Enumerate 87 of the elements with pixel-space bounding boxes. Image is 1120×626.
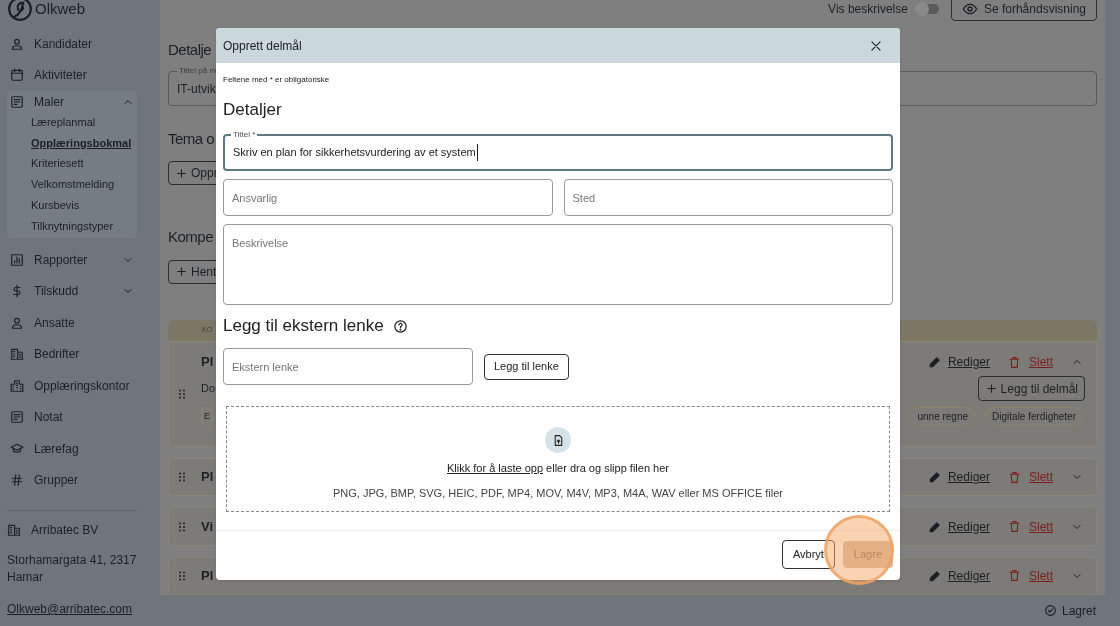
pencil-icon bbox=[927, 519, 942, 534]
sidebar-item[interactable]: Maler bbox=[7, 91, 137, 112]
plus-icon bbox=[175, 265, 188, 279]
edit-link[interactable]: Rediger bbox=[947, 353, 990, 372]
description-input-field[interactable]: Beskrivelse bbox=[223, 224, 893, 305]
delete-link[interactable]: Slett bbox=[1029, 353, 1053, 372]
sidebar-subitem[interactable]: Opplæringsbokmal bbox=[7, 132, 137, 154]
edit-link[interactable]: Rediger bbox=[947, 468, 990, 487]
delete-link[interactable]: Slett bbox=[1029, 468, 1053, 487]
trash-icon bbox=[1008, 569, 1021, 583]
place-input-field[interactable]: Sted bbox=[563, 179, 893, 216]
row-title: Pl bbox=[201, 468, 214, 487]
row-description: Do bbox=[201, 381, 216, 397]
plus-icon bbox=[984, 382, 998, 396]
section-heading: Legg til ekstern lenke bbox=[223, 315, 384, 338]
upload-instructions: Klikk for å laste opp eller dra og slipp filen her bbox=[447, 461, 669, 476]
trash-icon bbox=[1008, 520, 1021, 534]
preview-button[interactable]: Se forhåndsvisning bbox=[950, 0, 1097, 21]
field-value: IT-utvik bbox=[177, 80, 216, 98]
building-icon bbox=[10, 347, 24, 362]
app-logo-text: Olkweb bbox=[35, 0, 86, 19]
organization-name: Arribatec BV bbox=[31, 522, 99, 540]
edit-link[interactable]: Rediger bbox=[947, 566, 990, 585]
note-icon bbox=[10, 410, 24, 425]
help-icon[interactable] bbox=[392, 318, 408, 334]
add-subgoal-button[interactable]: Legg til delmål bbox=[977, 376, 1085, 402]
delete-link[interactable]: Slett bbox=[1029, 517, 1053, 536]
click-highlight bbox=[824, 515, 894, 585]
dollar-icon bbox=[10, 284, 24, 299]
check-circle-icon bbox=[1043, 604, 1057, 617]
sidebar-subitem[interactable]: Velkomstmelding bbox=[7, 174, 137, 195]
toggle-label: Vis beskrivelse bbox=[828, 1, 908, 18]
building-icon bbox=[7, 523, 21, 538]
note-icon bbox=[10, 94, 24, 109]
person-icon bbox=[10, 315, 24, 330]
section-heading: Detaljer bbox=[223, 100, 283, 120]
row-title: Vi bbox=[201, 517, 214, 536]
sidebar-item[interactable]: Grupper bbox=[0, 464, 144, 497]
add-link-button[interactable]: Legg til lenke bbox=[484, 353, 569, 380]
sidebar-item[interactable]: Notat bbox=[0, 401, 144, 434]
toggle-switch[interactable] bbox=[916, 4, 939, 14]
pencil-icon bbox=[927, 355, 942, 370]
sidebar-subitem[interactable]: Tilknytningstyper bbox=[7, 215, 137, 237]
pencil-icon bbox=[927, 470, 942, 485]
sidebar-item[interactable]: Bedrifter bbox=[0, 338, 144, 371]
field-value: Skriv en plan for sikkerhetsvurdering av et system bbox=[233, 144, 478, 161]
plus-icon bbox=[175, 166, 188, 180]
hash-icon bbox=[10, 473, 24, 488]
graduation-cap-icon bbox=[10, 441, 24, 456]
sidebar-item[interactable]: Lærefag bbox=[0, 433, 144, 465]
sidebar-item[interactable]: Ansatte bbox=[0, 307, 144, 339]
save-status: Lagret bbox=[1061, 602, 1096, 620]
close-icon bbox=[869, 38, 883, 53]
row-title: Pl bbox=[201, 567, 214, 586]
delete-link[interactable]: Slett bbox=[1029, 566, 1053, 585]
buildings-icon bbox=[10, 378, 24, 393]
calendar-icon bbox=[10, 68, 24, 83]
section-heading: Kompe bbox=[168, 226, 214, 247]
logo-icon bbox=[7, 0, 33, 22]
email-link[interactable]: Olkweb@arribatec.com bbox=[7, 600, 137, 619]
row-title: Pl bbox=[201, 353, 214, 372]
link-input-field[interactable]: Ekstern lenke bbox=[223, 348, 473, 385]
sidebar-item[interactable]: Rapporter bbox=[0, 244, 144, 276]
trash-icon bbox=[1008, 355, 1021, 369]
person-icon bbox=[10, 36, 24, 51]
sidebar-subitem[interactable]: Læreplanmal bbox=[7, 112, 137, 133]
responsible-input-field[interactable]: Ansvarlig bbox=[223, 179, 553, 216]
cancel-button[interactable]: Avbryt bbox=[781, 540, 835, 569]
field-label: Tittel * bbox=[231, 130, 258, 140]
file-formats-text: PNG, JPG, BMP, SVG, HEIC, PDF, MP4, MOV, M4V, MP3, M4A, WAV eller MS OFFICE filer bbox=[332, 485, 784, 501]
sidebar-item[interactable]: Opplæringskontor bbox=[0, 370, 144, 402]
organization-address: Storhamargata 41, 2317 Hamar bbox=[7, 552, 137, 587]
edit-link[interactable]: Rediger bbox=[947, 517, 990, 536]
dialog-title: Opprett delmål bbox=[223, 37, 302, 55]
required-note: Feltene med * er obligatoriske bbox=[223, 75, 331, 85]
pencil-icon bbox=[927, 568, 942, 583]
upload-link[interactable]: Klikk for å laste opp bbox=[447, 462, 543, 474]
trash-icon bbox=[1008, 470, 1021, 484]
sidebar-item[interactable]: Kandidater bbox=[0, 28, 144, 60]
sidebar-item[interactable]: Aktiviteter bbox=[0, 59, 144, 91]
chart-icon bbox=[10, 252, 24, 267]
sidebar-subitem[interactable]: Kursbevis bbox=[7, 194, 137, 216]
sidebar-item[interactable]: Tilskudd bbox=[0, 275, 144, 308]
sidebar-subitem[interactable]: Kriteriesett bbox=[7, 153, 137, 175]
file-dropzone[interactable]: Klikk for å laste opp eller dra og slipp filen her PNG, JPG, BMP, SVG, HEIC, PDF, MP4, MOV, M4V, MP3, M4A, WAV eller MS OFFICE filer bbox=[226, 406, 890, 512]
section-heading: Tema o bbox=[168, 129, 215, 150]
section-heading: Detalje bbox=[168, 40, 212, 60]
